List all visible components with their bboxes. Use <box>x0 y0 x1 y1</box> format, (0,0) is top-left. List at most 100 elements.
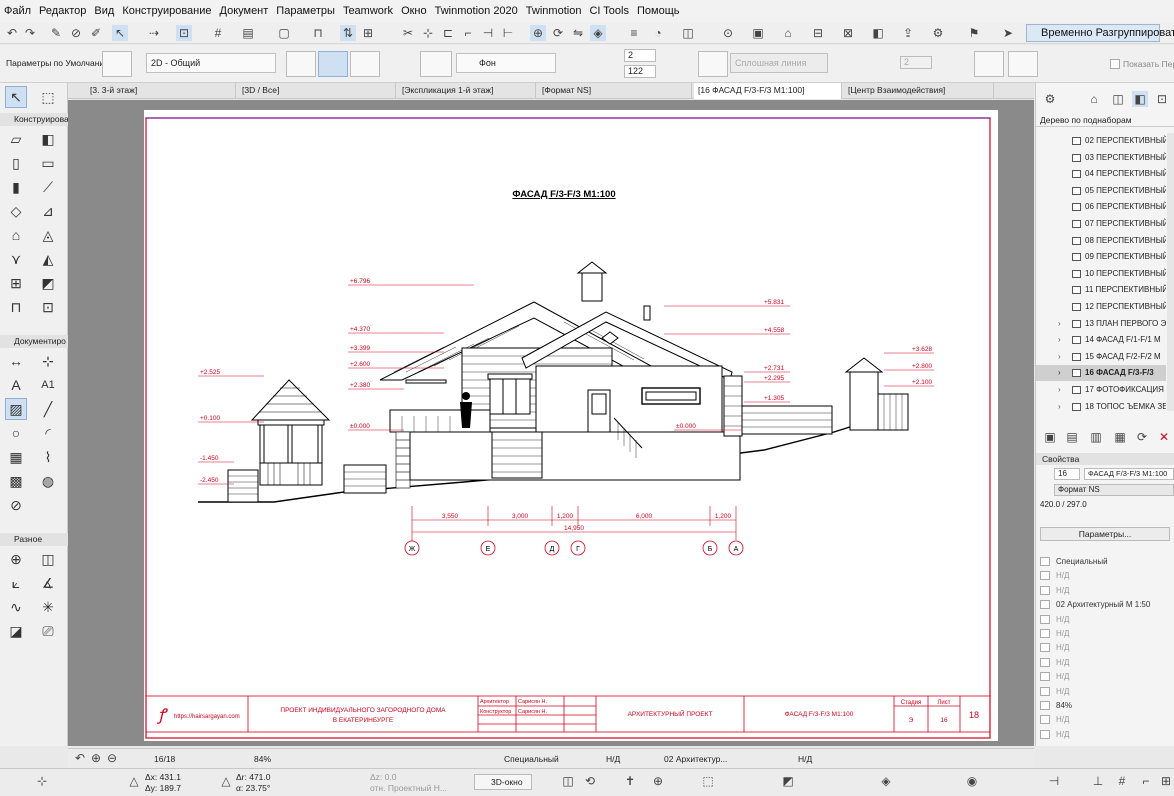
drawing-tool-icon[interactable]: ▩ <box>6 471 26 491</box>
window-tool-icon[interactable]: ▭ <box>38 153 58 173</box>
cube-icon[interactable]: ◫ <box>560 774 576 788</box>
fill-type-1[interactable] <box>286 51 316 77</box>
view-tab[interactable]: [Экспликация 1-й этаж] <box>398 83 536 99</box>
property-row[interactable]: Н/Д <box>1036 713 1174 727</box>
corner-tool-icon[interactable]: ⟀ <box>6 573 26 593</box>
delete-icon[interactable]: ✕ <box>1156 429 1172 445</box>
fill-color-box[interactable] <box>420 51 452 77</box>
navigator-item[interactable]: 09 ПЕРСПЕКТИВНЫЙ <box>1036 249 1166 265</box>
publish-icon[interactable]: ⇪ <box>900 25 916 41</box>
view-map-icon[interactable]: ◫ <box>1110 91 1126 107</box>
ortho-icon[interactable]: ⌐ <box>1138 774 1154 788</box>
dimension-tool-icon[interactable]: ↔ <box>6 351 26 371</box>
arc-tool-icon[interactable]: ◜ <box>38 423 58 443</box>
property-row[interactable]: Н/Д <box>1036 641 1174 655</box>
grid-snap-icon[interactable]: # <box>1114 774 1130 788</box>
menu-item[interactable]: Редактор <box>39 5 86 17</box>
shell-tool-icon[interactable]: ◬ <box>38 225 58 245</box>
stair-tool-icon[interactable]: ⊿ <box>38 201 58 221</box>
offset-icon[interactable]: ⊏ <box>440 25 456 41</box>
navigator-item[interactable]: › 18 ТОПОС ЪЕМКА ЗЕ <box>1036 399 1166 411</box>
window-icon[interactable]: ▢ <box>276 25 292 41</box>
navigator-item[interactable]: › 17 ФОТОФИКСАЦИЯ <box>1036 382 1166 398</box>
view-icon[interactable]: ▣ <box>750 25 766 41</box>
navigator-item[interactable]: 02 ПЕРСПЕКТИВНЫЙ <box>1036 133 1166 149</box>
teamwork-icon[interactable]: ⚑ <box>966 25 982 41</box>
pick-icon[interactable]: ✎ <box>48 25 64 41</box>
3d-window-button[interactable]: 3D-окно <box>474 774 532 790</box>
inject-icon[interactable]: ✐ <box>88 25 104 41</box>
document-section-header[interactable]: Документиро <box>0 335 68 348</box>
stack-icon[interactable]: ≡ <box>626 25 642 41</box>
layers-icon[interactable]: ▤ <box>240 25 256 41</box>
menu-item[interactable]: Конструирование <box>122 5 211 17</box>
menu-item[interactable]: CI Tools <box>589 5 629 17</box>
default-params-label[interactable]: Параметры по Умолчанию <box>6 58 111 68</box>
menu-item[interactable]: Teamwork <box>343 5 393 17</box>
measure-icon[interactable]: ⊣ <box>1046 774 1062 788</box>
3d-icon[interactable]: ◧ <box>870 25 886 41</box>
mirror-icon[interactable]: ⇋ <box>570 25 586 41</box>
navigator-item[interactable]: 04 ПЕРСПЕКТИВНЫЙ <box>1036 166 1166 182</box>
filter-icon[interactable]: ◩ <box>780 774 796 788</box>
beam-tool-icon[interactable]: ▮ <box>6 177 26 197</box>
fill-type-3[interactable] <box>350 51 380 77</box>
property-row[interactable]: Специальный <box>1036 555 1174 569</box>
line-tool-icon[interactable]: ╱ <box>38 399 58 419</box>
navigator-item[interactable]: 05 ПЕРСПЕКТИВНЫЙ <box>1036 183 1166 199</box>
spline-tool-icon[interactable]: ∿ <box>6 597 26 617</box>
navigator-item[interactable]: 03 ПЕРСПЕКТИВНЫЙ <box>1036 150 1166 166</box>
navigator-item[interactable]: › 15 ФАСАД F/2-F/2 M <box>1036 349 1166 365</box>
navigator-settings-icon[interactable]: ⚙ <box>1042 91 1058 107</box>
snap-grid-icon[interactable]: ⊹ <box>34 774 50 788</box>
figure-tool-icon[interactable]: ▦ <box>6 447 26 467</box>
menu-item[interactable]: Twinmotion 2020 <box>435 5 518 17</box>
layout-book-icon[interactable]: ◧ <box>1132 91 1148 107</box>
fill-pattern-box[interactable] <box>102 51 132 77</box>
text-tool-icon[interactable]: A <box>6 375 26 395</box>
undo-view-icon[interactable]: ↶ <box>72 751 88 765</box>
object-tool-icon[interactable]: ⟋ <box>38 177 58 197</box>
view-tab[interactable]: [16 ФАСАД F/3-F/3 M1:100] <box>694 83 842 99</box>
misc-section-header[interactable]: Разное <box>0 533 68 546</box>
orbit-icon[interactable]: ⟲ <box>582 774 598 788</box>
navigator-item[interactable]: 07 ПЕРСПЕКТИВНЫЙ <box>1036 216 1166 232</box>
level-tool-icon[interactable]: ⊹ <box>38 351 58 371</box>
elevation-icon[interactable]: ⊠ <box>840 25 856 41</box>
page-indicator[interactable]: 16/18 <box>154 754 175 764</box>
navigator-scrollbar[interactable] <box>1167 133 1174 411</box>
column-tool-icon[interactable]: ▯ <box>6 153 26 173</box>
navigator-item[interactable]: 10 ПЕРСПЕКТИВНЫЙ <box>1036 266 1166 282</box>
send-icon[interactable]: ➤ <box>1000 25 1016 41</box>
rotate-icon[interactable]: ⟳ <box>550 25 566 41</box>
camera-snap-icon[interactable]: ◉ <box>964 774 980 788</box>
wall-tool-icon[interactable]: ▱ <box>6 129 26 149</box>
place-drawing-icon[interactable]: ▦ <box>1112 429 1128 445</box>
navigator-item[interactable]: 11 ПЕРСПЕКТИВНЫЙ <box>1036 282 1166 298</box>
fillet-icon[interactable]: ⌐ <box>460 25 476 41</box>
render-icon[interactable]: ◔ <box>650 25 666 41</box>
intersect-icon[interactable]: ⊢ <box>500 25 516 41</box>
camera-icon[interactable]: ◫ <box>680 25 696 41</box>
adjust-icon[interactable]: ⊣ <box>480 25 496 41</box>
walk-icon[interactable]: ⊕ <box>650 774 666 788</box>
snap-icon[interactable]: ⊡ <box>176 25 192 41</box>
render-mode-icon[interactable]: ◈ <box>878 774 894 788</box>
scissors-icon[interactable]: ✂ <box>400 25 416 41</box>
property-row[interactable]: Н/Д <box>1036 613 1174 627</box>
align-box-2[interactable] <box>1008 51 1038 77</box>
menu-item[interactable]: Помощь <box>637 5 680 17</box>
pen-field-2[interactable]: 122 <box>624 65 656 78</box>
menu-item[interactable]: Вид <box>94 5 114 17</box>
property-row[interactable]: Н/Д <box>1036 656 1174 670</box>
view-tab[interactable]: [Формат NS] <box>538 83 692 99</box>
layout-name-field[interactable]: ФАСАД F/3-F/3 M1:100 <box>1084 468 1174 480</box>
marquee-tool-icon[interactable]: ⬚ <box>38 87 58 107</box>
line-type-dropdown[interactable]: Сплошная линия <box>730 53 828 73</box>
align-box-1[interactable] <box>974 51 1004 77</box>
chevron-right-icon[interactable]: › <box>1058 332 1061 348</box>
property-row[interactable]: Н/Д <box>1036 627 1174 641</box>
hotspot-tool-icon[interactable]: ⊘ <box>6 495 26 515</box>
mep-icon[interactable]: ⚙ <box>930 25 946 41</box>
trace-toggle-icon[interactable]: ⊞ <box>1158 774 1174 788</box>
